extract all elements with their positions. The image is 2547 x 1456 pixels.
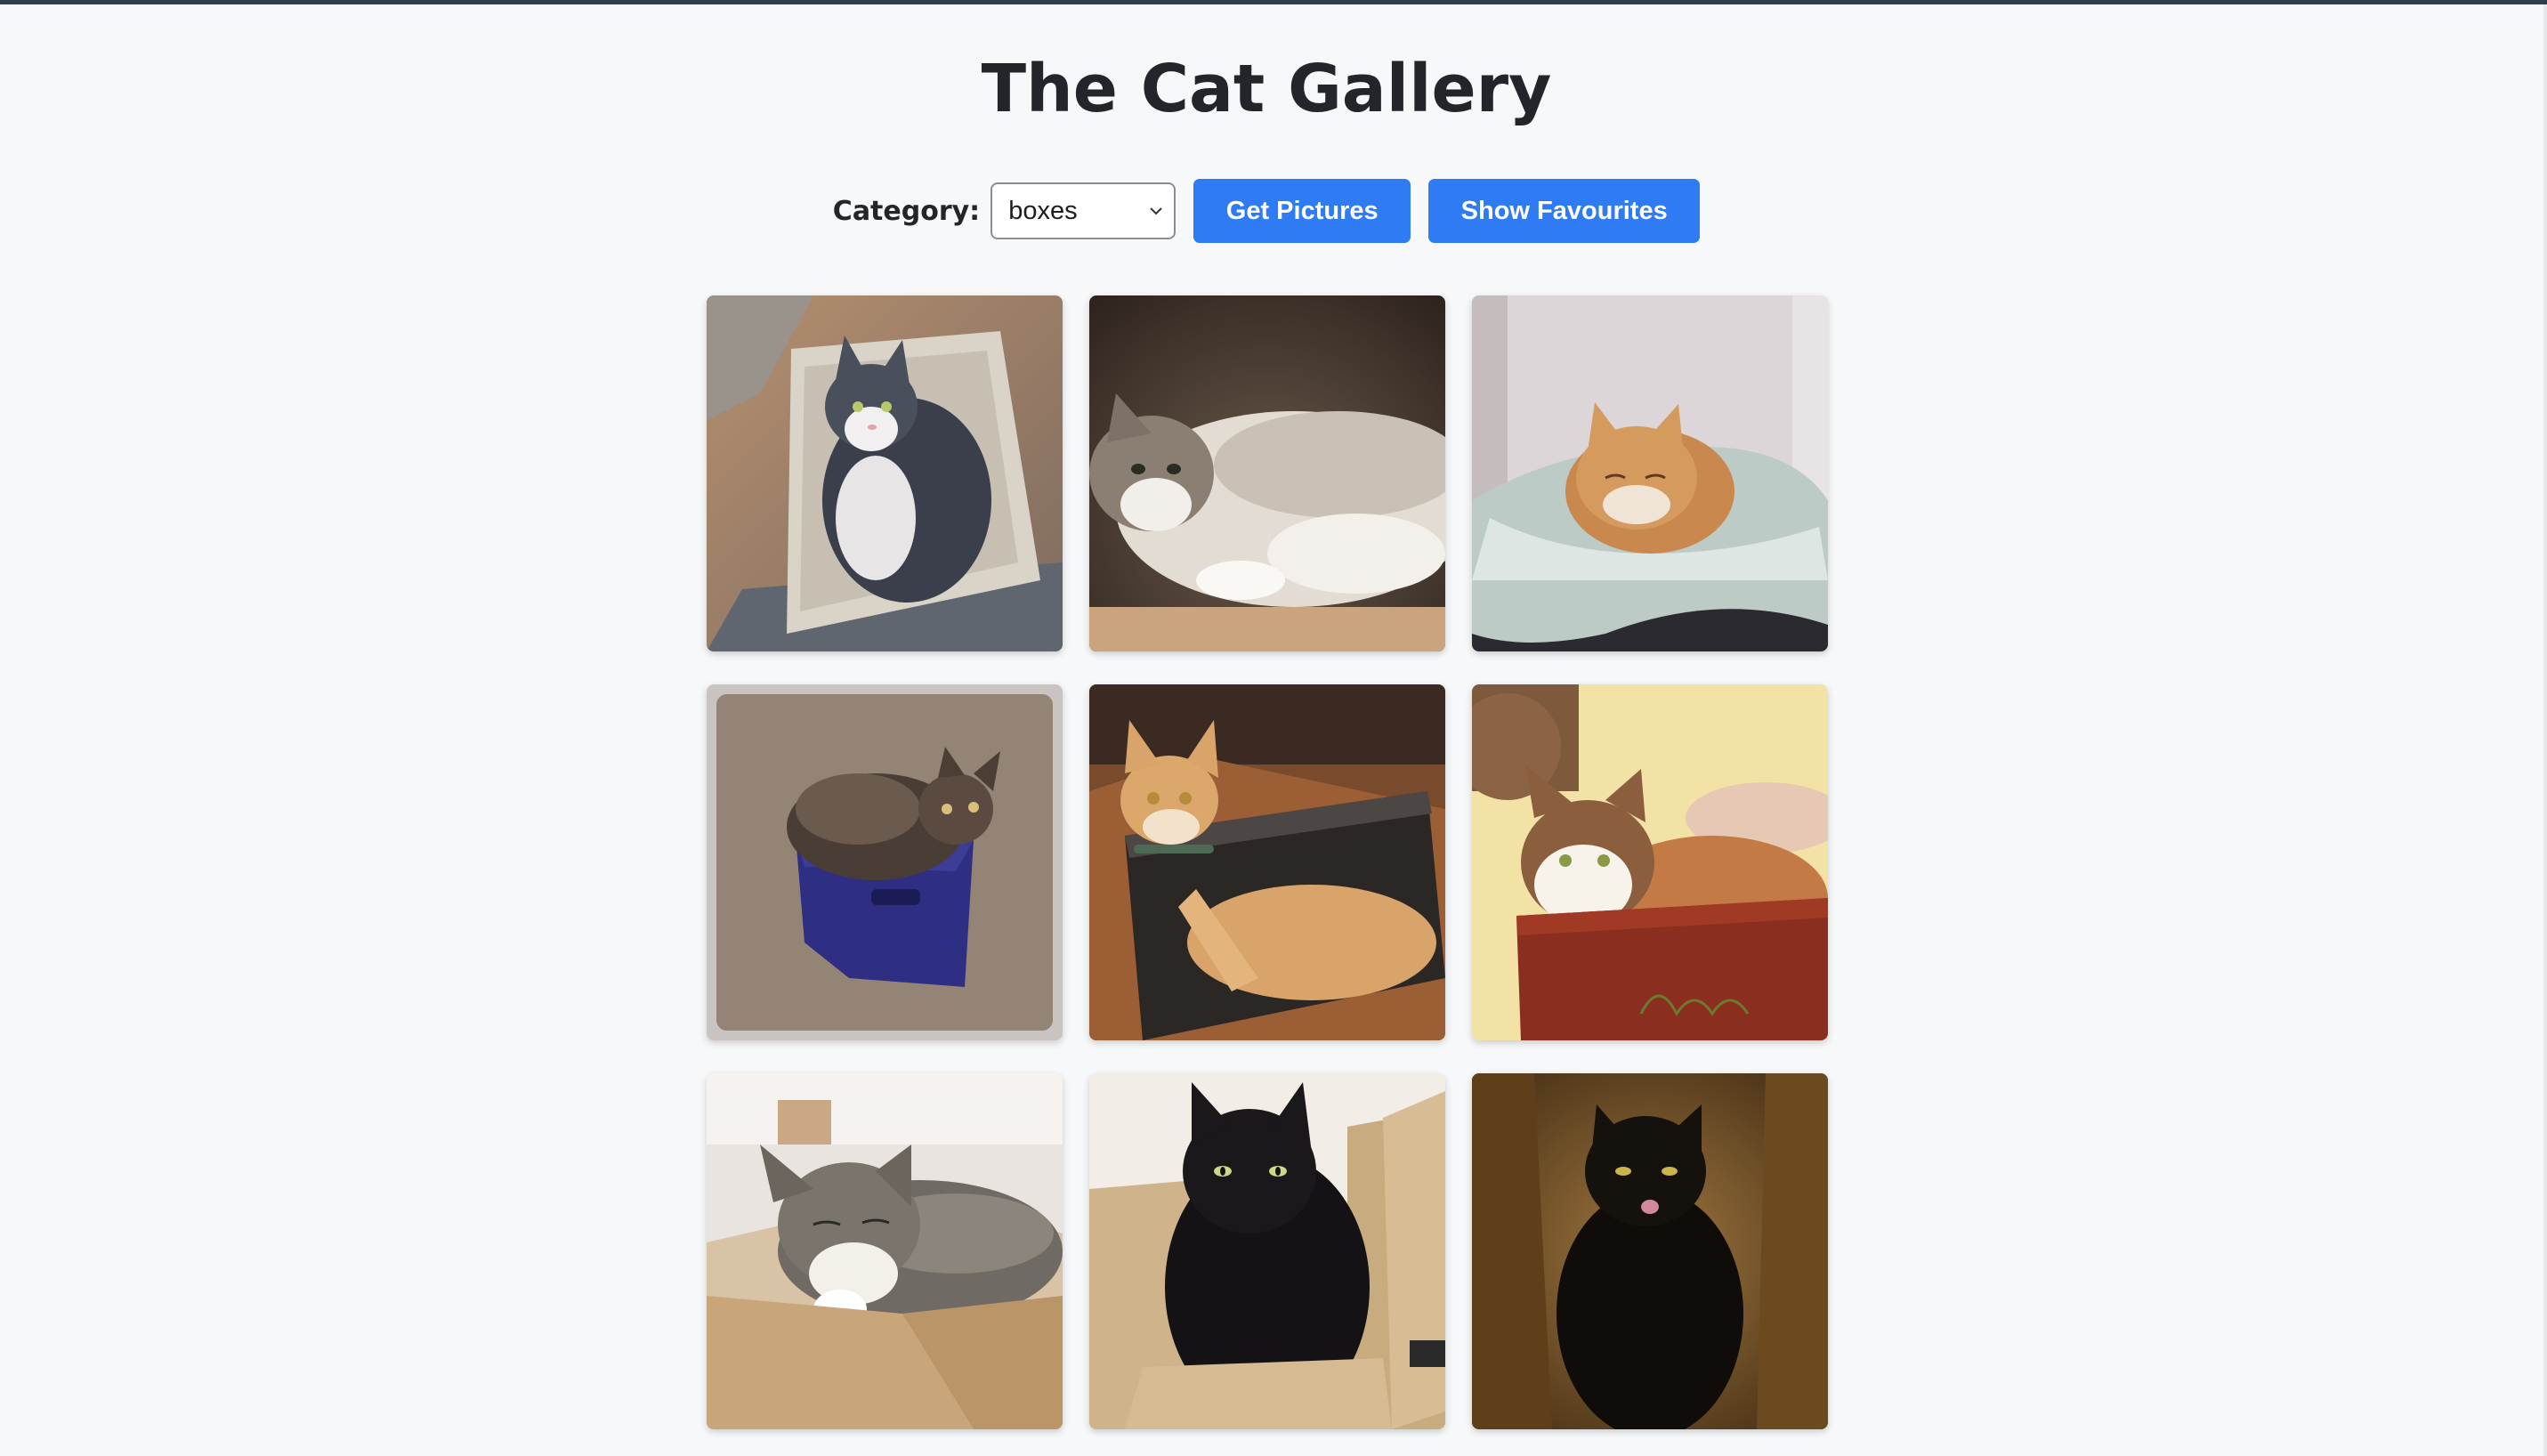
cat-photo-9-image [1472,1073,1828,1429]
controls-bar: Category: boxes Get Pictures Show Favour… [0,178,2533,244]
category-select[interactable]: boxes [990,182,1176,239]
cat-photo-7-image [707,1073,1063,1429]
window-top-border [0,0,2547,4]
cat-photo-4-image [707,684,1063,1040]
cat-photo-7[interactable] [707,1073,1063,1429]
scrollbar-track[interactable] [2543,4,2547,1456]
cat-photo-3-image [1472,295,1828,651]
category-select-value: boxes [1008,197,1078,225]
chevron-down-icon [1150,207,1162,215]
page-title: The Cat Gallery [981,51,1552,127]
cat-photo-1-image [707,295,1063,651]
cat-photo-6[interactable] [1472,684,1828,1040]
category-label: Category: [832,195,981,227]
cat-photo-2-image [1089,295,1445,651]
cat-photo-6-image [1472,684,1828,1040]
cat-photo-8-image [1089,1073,1445,1429]
cat-photo-2[interactable] [1089,295,1445,651]
show-favourites-button[interactable]: Show Favourites [1428,179,1701,243]
cat-photo-5[interactable] [1089,684,1445,1040]
photo-gallery [707,295,1831,1429]
cat-photo-5-image [1089,684,1445,1040]
cat-photo-4[interactable] [707,684,1063,1040]
get-pictures-button[interactable]: Get Pictures [1193,179,1411,243]
cat-photo-3[interactable] [1472,295,1828,651]
cat-photo-9[interactable] [1472,1073,1828,1429]
cat-photo-1[interactable] [707,295,1063,651]
cat-photo-8[interactable] [1089,1073,1445,1429]
